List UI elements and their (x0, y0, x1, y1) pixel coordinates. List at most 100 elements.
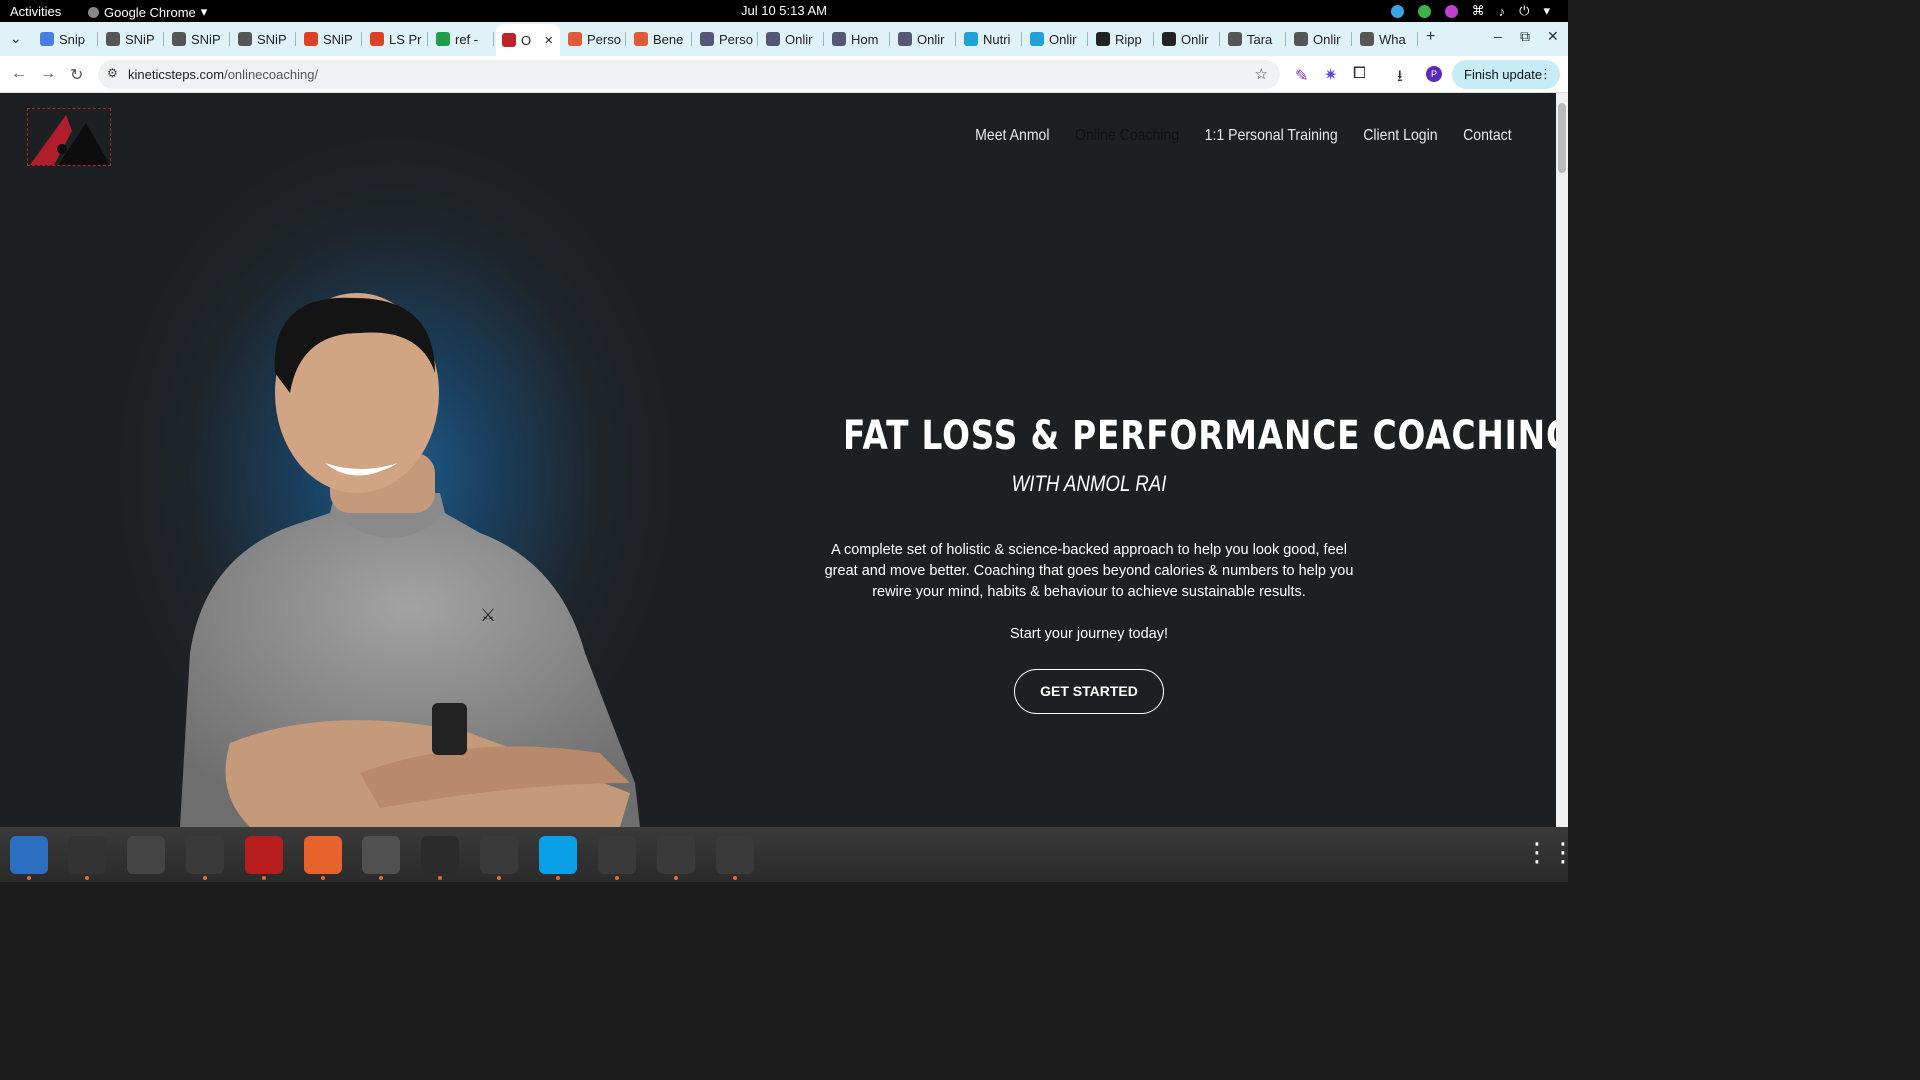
page-scrollbar[interactable] (1556, 93, 1568, 827)
download-icon[interactable]: ⭳ (1397, 65, 1403, 92)
tab-favicon-icon (1360, 32, 1374, 46)
app-grid-icon[interactable]: ⋮⋮ (1524, 839, 1576, 865)
browser-tab[interactable]: Onlir (1156, 26, 1220, 52)
running-indicator (262, 876, 266, 880)
browser-tab[interactable]: SNiP (298, 26, 362, 52)
browser-tab[interactable]: Onlir (892, 26, 956, 52)
running-indicator (733, 876, 737, 880)
url-text[interactable]: kineticsteps.com/onlinecoaching/ (128, 67, 318, 82)
new-tab-button[interactable]: + (1426, 28, 1435, 46)
skype-icon[interactable] (539, 836, 577, 874)
main-nav: Meet Anmol Online Coaching 1:1 Personal … (976, 127, 1512, 145)
tab-close-icon[interactable]: ✕ (544, 34, 553, 47)
volume-icon[interactable]: ♪ (1499, 4, 1506, 19)
tab-label: Nutri (983, 31, 1011, 47)
nav-meet-anmol[interactable]: Meet Anmol (976, 127, 1050, 145)
site-info-icon[interactable]: ⚙ (107, 66, 118, 80)
pen-extension-icon[interactable]: ✎ (1295, 66, 1308, 86)
power-icon[interactable]: ⏻ (1519, 3, 1529, 19)
browser-tab[interactable]: Onlir (760, 26, 824, 52)
filezilla-icon[interactable] (245, 836, 283, 874)
tab-favicon-icon (106, 32, 120, 46)
browser-tab[interactable]: Perso (562, 26, 626, 52)
app-name: Google Chrome (104, 4, 196, 20)
tab-favicon-icon (964, 32, 978, 46)
nav-client-login[interactable]: Client Login (1364, 127, 1438, 145)
tab-label: Snip (59, 31, 86, 47)
tab-favicon-icon (1162, 32, 1176, 46)
browser-tab[interactable]: SNiP (232, 26, 296, 52)
hero-description: A complete set of holistic & science-bac… (824, 542, 1354, 600)
browser-tab[interactable]: Bene (628, 26, 692, 52)
clock[interactable]: Jul 10 5:13 AM (0, 3, 1568, 18)
browser-tab[interactable]: SNiP (166, 26, 230, 52)
chrome-icon[interactable] (362, 836, 400, 874)
web-page: Meet Anmol Online Coaching 1:1 Personal … (0, 93, 1556, 827)
thunderbird-icon[interactable] (10, 836, 48, 874)
get-started-button[interactable]: GET STARTED (1014, 669, 1164, 714)
browser-tab[interactable]: Onlir (1024, 26, 1088, 52)
system-tray[interactable]: ⌘ ♪ ⏻ ▾ (1390, 3, 1550, 19)
tab-favicon-icon (766, 32, 780, 46)
files-icon[interactable] (480, 836, 518, 874)
tab-search-chevron-icon[interactable]: ⌄ (10, 30, 22, 47)
browser-tab[interactable]: LS Pr (364, 26, 428, 52)
browser-tab[interactable]: Snip (34, 26, 98, 52)
terminal-icon[interactable] (68, 836, 106, 874)
browser-tab[interactable]: Ripp (1090, 26, 1154, 52)
nav-personal-training[interactable]: 1:1 Personal Training (1205, 127, 1338, 145)
updates-tray-icon[interactable] (1417, 4, 1431, 18)
color-picker-tray-icon[interactable] (1444, 4, 1458, 18)
maximize-button[interactable]: ⧉ (1520, 28, 1530, 45)
back-arrow-icon[interactable]: ← (11, 65, 27, 83)
profile-avatar[interactable]: P (1426, 66, 1442, 82)
nav-online-coaching[interactable]: Online Coaching (1075, 127, 1179, 145)
tab-label: Onlir (1181, 31, 1209, 47)
bookmark-star-icon[interactable]: ☆ (1255, 65, 1268, 83)
text-editor-icon[interactable] (598, 836, 636, 874)
extensions-puzzle-icon[interactable]: ⧠ (1353, 65, 1366, 83)
tab-separator (1219, 32, 1220, 46)
browser-tab[interactable]: SNiP (100, 26, 164, 52)
browser-tab[interactable]: Hom (826, 26, 890, 52)
chevron-down-icon[interactable]: ▾ (1543, 3, 1550, 19)
tab-separator (691, 32, 692, 46)
tab-label: Perso (587, 31, 621, 47)
minimize-button[interactable]: – (1494, 28, 1502, 44)
activities-button[interactable]: Activities (10, 4, 61, 19)
browser-tab[interactable]: Tara (1222, 26, 1286, 52)
tab-separator (1285, 32, 1286, 46)
spark-extension-icon[interactable]: ✷ (1324, 65, 1337, 85)
browser-tab[interactable]: ref - (430, 26, 494, 52)
browser-tab[interactable]: Nutri (958, 26, 1022, 52)
tab-label: LS Pr (389, 31, 422, 47)
reload-icon[interactable]: ↻ (70, 65, 83, 85)
forward-arrow-icon[interactable]: → (40, 65, 56, 83)
browser-tab[interactable]: Wha (1354, 26, 1418, 52)
firefox-icon[interactable] (304, 836, 342, 874)
tab-separator (163, 32, 164, 46)
tab-separator (757, 32, 758, 46)
tab-favicon-icon (1228, 32, 1242, 46)
system-monitor-icon[interactable] (186, 836, 224, 874)
disk-icon[interactable] (716, 836, 754, 874)
browser-tab[interactable]: O ✕ (496, 24, 560, 56)
hero-cta-text: Start your journey today! (1010, 626, 1168, 642)
network-icon[interactable]: ⌘ (1472, 3, 1485, 19)
calculator-icon[interactable] (127, 836, 165, 874)
app-menu[interactable]: Google Chrome ▾ (88, 4, 207, 20)
finish-update-button[interactable]: Finish update ⋮ (1452, 60, 1560, 89)
tab-favicon-icon (436, 32, 450, 46)
coach-photo: ⚔ (180, 293, 640, 827)
browser-tab[interactable]: Onlir (1288, 26, 1352, 52)
tab-label: Hom (851, 31, 879, 47)
omnibox[interactable]: ⚙ kineticsteps.com/onlinecoaching/ ☆ (98, 60, 1280, 89)
close-window-button[interactable]: ✕ (1547, 28, 1559, 45)
writer-icon[interactable] (657, 836, 695, 874)
browser-tab[interactable]: Perso (694, 26, 758, 52)
vscode-icon[interactable] (421, 836, 459, 874)
skype-tray-icon[interactable] (1390, 4, 1404, 18)
nav-contact[interactable]: Contact (1463, 127, 1512, 145)
tab-separator (229, 32, 230, 46)
scrollbar-thumb[interactable] (1558, 103, 1566, 173)
